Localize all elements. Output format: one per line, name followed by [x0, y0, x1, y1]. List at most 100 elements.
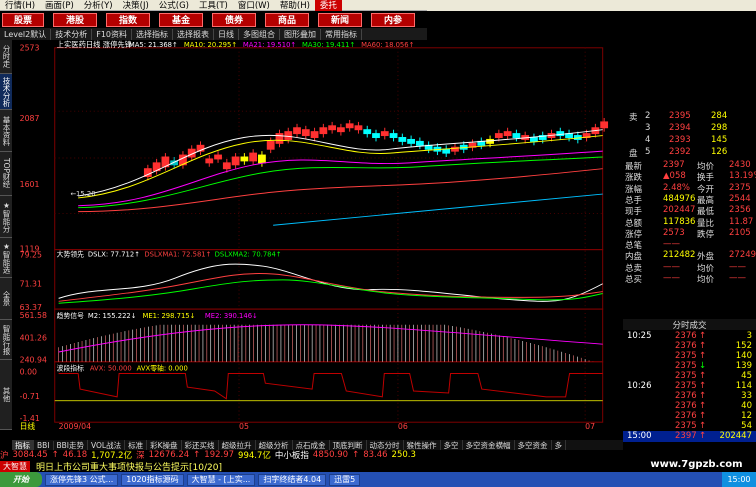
stat-key: 内盘	[625, 252, 643, 263]
toolbar-item[interactable]: 选择指标	[132, 28, 173, 40]
ind1-ma1: DSLXMA1: 72.581↑	[144, 250, 211, 258]
y-axis-label: 2087	[20, 114, 40, 123]
left-tab[interactable]: ★智能选股	[0, 238, 12, 278]
watermark: www.7gpzb.com	[637, 459, 756, 472]
candle-body	[415, 140, 424, 146]
tick-price: 2376	[675, 411, 697, 421]
indicator-tab[interactable]: 猴性操作	[404, 439, 441, 451]
toolbar-item[interactable]: 选择报表	[173, 28, 214, 40]
left-tab[interactable]: 分时走势	[0, 40, 12, 74]
stat-key: 今开	[697, 184, 715, 195]
stat-key: 外盘	[697, 252, 715, 263]
taskbar-window-button[interactable]: 1020指标源码	[121, 473, 184, 486]
quick-button[interactable]: 商品	[265, 12, 309, 27]
menu-item[interactable]: 分析(Y)	[79, 0, 118, 11]
stat-value: 117836	[663, 216, 696, 227]
indicator-tab[interactable]: 彩还买线	[182, 439, 219, 451]
menu-item[interactable]: 窗口(W)	[233, 0, 275, 11]
stat-key: 涨停	[625, 229, 643, 240]
quick-button[interactable]: 新闻	[318, 12, 362, 27]
date-label: 06	[398, 422, 408, 430]
left-tab[interactable]: 其他	[0, 360, 12, 430]
quote-stat-row: 涨跌 ▲058 换手 13.19%	[623, 171, 756, 183]
tick-volume: 3	[746, 331, 752, 341]
quick-button[interactable]: 基金	[159, 12, 203, 27]
menu-item[interactable]: 行情(H)	[0, 0, 40, 11]
toolbar-item[interactable]: 日线	[214, 28, 239, 40]
tick-time: 15:00	[627, 431, 652, 441]
indicator-tab[interactable]: BBI	[34, 440, 54, 450]
taskbar-window-button[interactable]: 大智慧 - [上实...	[186, 473, 256, 486]
indicator-tab[interactable]: 多空资金横幅	[463, 439, 515, 451]
candle-body	[363, 129, 372, 135]
tick-direction: ↑	[699, 391, 707, 401]
menu-item[interactable]: 决策(J)	[118, 0, 154, 11]
left-tab[interactable]: 全景	[0, 278, 12, 320]
stat-key: 总买	[625, 275, 643, 285]
indicator-tab[interactable]: 多空	[441, 439, 463, 451]
ask-volume: 298	[711, 123, 728, 133]
quick-button[interactable]: 指数	[106, 12, 150, 27]
quote-stat-row: 内盘 212482外盘 272494	[623, 250, 756, 263]
index-ticker-item: ↑	[193, 450, 201, 460]
tick-direction: ↑	[699, 411, 707, 421]
candle-body	[494, 133, 503, 138]
stat-key: 涨幅	[625, 184, 643, 195]
menu-item[interactable]: 工具(T)	[194, 0, 233, 11]
taskbar-window-button[interactable]: 涨停先锋3 公式...	[45, 473, 119, 486]
ask-level: 3	[645, 123, 651, 133]
stat-value: 2573	[663, 227, 685, 238]
candle-body	[205, 158, 214, 164]
quick-button[interactable]: 股票	[2, 12, 44, 27]
toolbar-item[interactable]: 常用指标	[321, 28, 362, 40]
start-button[interactable]: 开始	[0, 472, 42, 487]
left-tab[interactable]: TOP财经	[0, 152, 12, 196]
toolbar-item[interactable]: 技术分析	[51, 28, 93, 40]
quote-stat-row: 总卖 —— 均价 ——	[623, 262, 756, 274]
kline-chart[interactable]: 上实医药日线 涨停先锋MA5: 21.368↑ MA10: 20.295↑ MA21…	[12, 40, 623, 430]
tick-price: 2397	[675, 431, 697, 441]
menu-item[interactable]: 公式(G)	[154, 0, 194, 11]
indicator-tab[interactable]: 多空资金	[515, 439, 552, 451]
index-ticker-item: 4850.90	[312, 450, 349, 460]
stat-key: 均价	[697, 263, 715, 274]
date-label: 05	[239, 422, 249, 430]
indicator-tab[interactable]: 顶底判断	[330, 439, 367, 451]
indicator-tab[interactable]: 多	[552, 439, 567, 451]
ma-legend: MA21: 19.510↑	[243, 41, 296, 49]
indicator-tab[interactable]: BBI走势	[54, 439, 89, 451]
left-tab[interactable]: 智能行报	[0, 320, 12, 360]
quick-button[interactable]: 债券	[212, 12, 256, 27]
indicator-tab[interactable]: 彩K操盘	[147, 439, 182, 451]
y-axis-label: 1601	[20, 180, 40, 189]
menu-item[interactable]: 画面(P)	[40, 0, 79, 11]
left-tab[interactable]: 基本资料	[0, 110, 12, 152]
toolbar-item[interactable]: Level2默认	[0, 28, 52, 40]
candle-body	[258, 154, 266, 164]
toolbar-item[interactable]: 图形叠加	[280, 28, 321, 40]
news-text[interactable]: 明日上市公司重大事项快报与公告提示[10/20]	[36, 460, 222, 473]
taskbar-window-button[interactable]: 迅雷5	[329, 473, 361, 486]
tick-direction: ↑	[699, 331, 707, 341]
ask-row: 卖 2 2395 284	[623, 111, 756, 123]
candle-body	[407, 138, 415, 144]
ask-price: 2392	[669, 147, 691, 157]
menu-item[interactable]: 帮助(H)	[275, 0, 315, 11]
toolbar-item[interactable]: 多图组合	[239, 28, 280, 40]
indicator-tab[interactable]: 动态分时	[367, 439, 404, 451]
toolbar-item[interactable]: F10资料	[92, 28, 132, 40]
date-label: 2009/04	[59, 422, 91, 430]
taskbar-window-button[interactable]: 扫字终结者4.04	[258, 473, 327, 486]
quick-button[interactable]: 内参	[371, 12, 415, 27]
left-tab[interactable]: ★智能分析	[0, 196, 12, 238]
stat-key: 最低	[697, 207, 715, 218]
low-price-label: ←15.20	[70, 190, 95, 198]
indicator-tab[interactable]: 指标	[12, 439, 34, 451]
menu-item[interactable]: 委托	[314, 0, 342, 11]
stat-value: 2105	[729, 227, 751, 238]
index-ticker-item: 3084.45	[12, 450, 48, 460]
left-tab[interactable]: 技术分析	[0, 74, 12, 110]
quick-button[interactable]: 港股	[53, 12, 97, 27]
ask-level: 4	[645, 135, 651, 145]
stat-value: 2544	[729, 193, 751, 204]
